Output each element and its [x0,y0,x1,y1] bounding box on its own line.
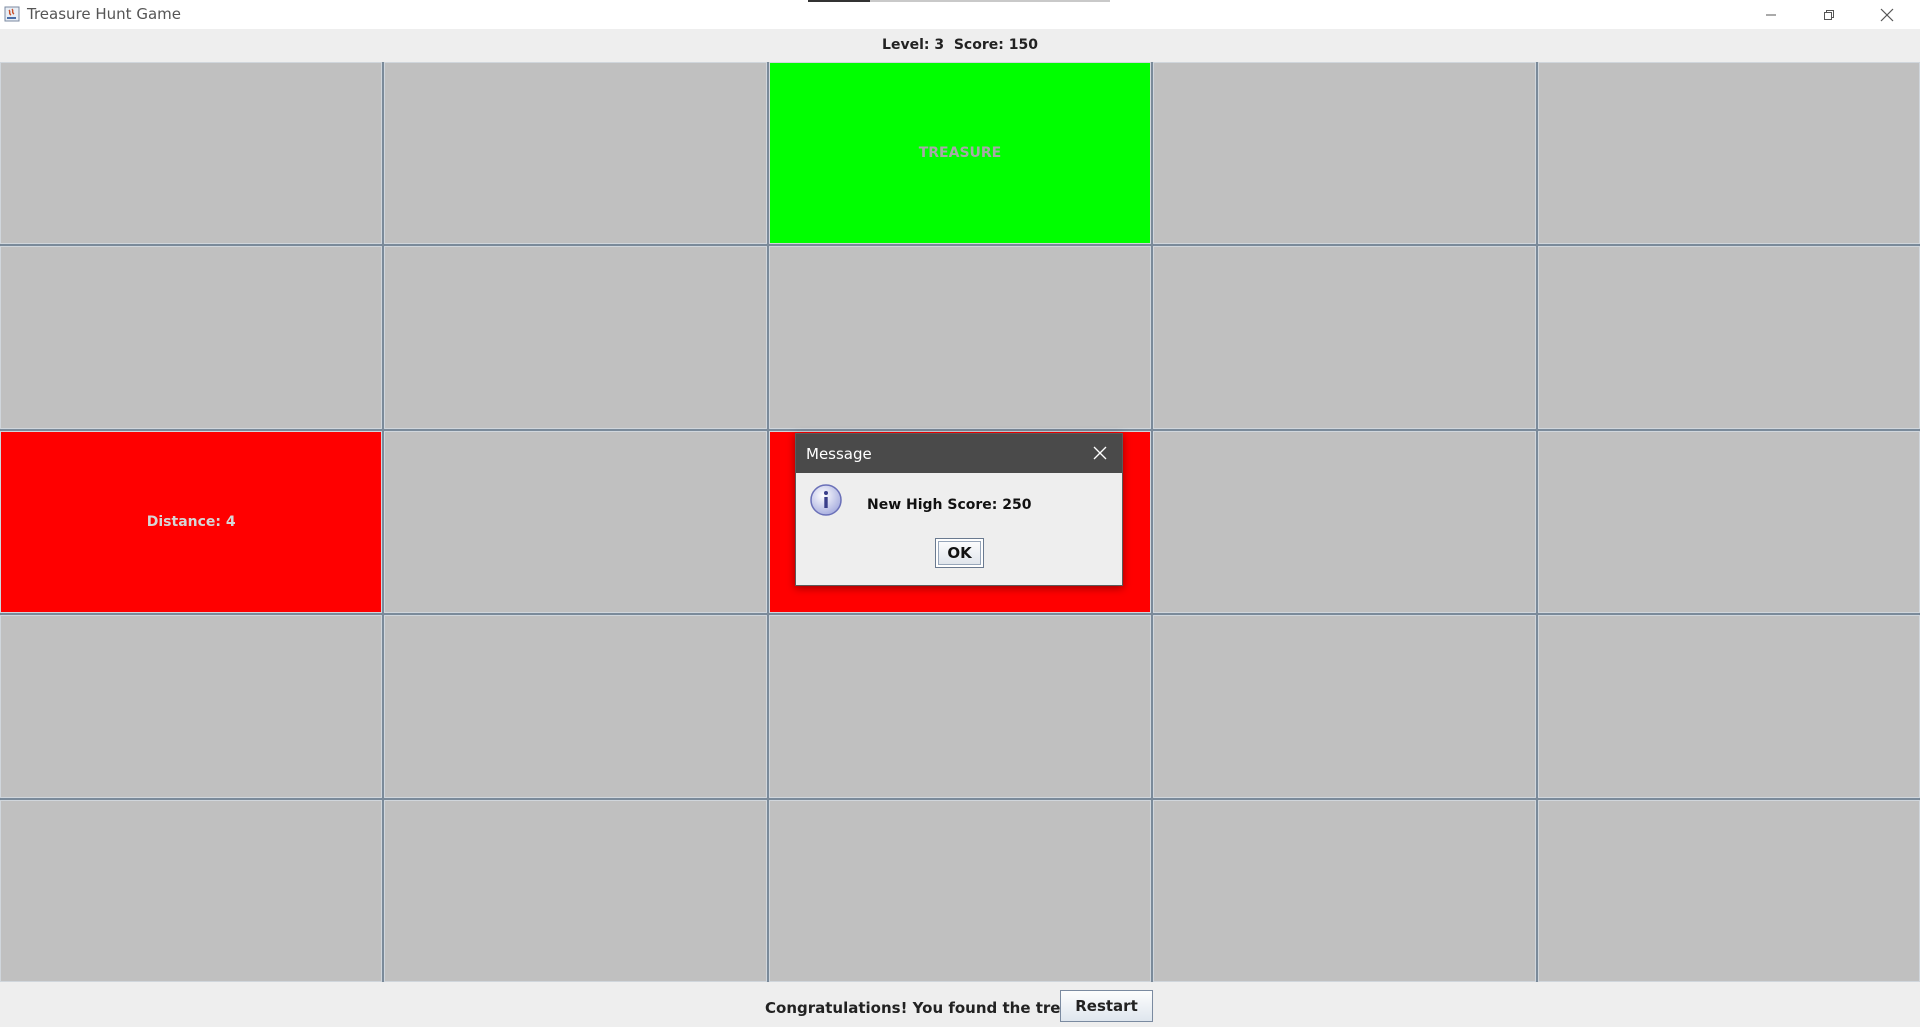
grid-cell[interactable] [384,62,767,245]
grid-cell[interactable] [384,246,767,429]
grid-cell[interactable] [0,615,383,798]
grid-cell[interactable] [384,799,767,982]
java-app-icon [4,6,20,22]
grid-cell[interactable] [0,799,383,982]
window-titlebar[interactable]: Treasure Hunt Game [0,0,1920,30]
grid-cell-label: TREASURE [918,145,1002,162]
bottom-bar: Congratulations! You found the treasure!… [0,982,1920,1027]
dialog-titlebar[interactable]: Message [796,434,1122,473]
status-bar: Level: 3 Score: 150 [0,29,1920,62]
minimize-icon [1766,14,1776,15]
grid-cell[interactable] [1537,62,1920,245]
grid-cell[interactable] [1537,615,1920,798]
grid-cell[interactable] [0,246,383,429]
restore-button[interactable] [1800,0,1858,29]
window-title: Treasure Hunt Game [27,5,181,23]
grid-cell[interactable] [1153,430,1536,614]
level-score-label: Level: 3 Score: 150 [882,37,1038,53]
dialog-title: Message [806,445,872,463]
treasure-hunt-window: Treasure Hunt Game Level: 3 Score: 150 T… [0,0,1920,1027]
grid-cell[interactable] [384,430,767,614]
grid-cell[interactable] [0,62,383,245]
grid-cell[interactable] [384,615,767,798]
grid-cell[interactable]: Distance: 4 [0,430,383,614]
grid-cell[interactable] [768,615,1152,798]
grid-cell[interactable] [1153,62,1536,245]
grid-cell[interactable] [1153,246,1536,429]
grid-cell[interactable] [1537,430,1920,614]
info-icon [810,484,842,516]
grid-cell[interactable] [1537,799,1920,982]
ok-button[interactable]: OK [935,538,984,568]
grid-cell[interactable] [1537,246,1920,429]
grid-cell[interactable]: TREASURE [768,62,1152,245]
grid-cell[interactable] [768,246,1152,429]
grid-cell[interactable] [768,799,1152,982]
dialog-message: New High Score: 250 [867,497,1032,513]
close-icon[interactable] [1092,445,1108,461]
titlebar-focus-strip-active [808,0,870,2]
grid-cell[interactable] [1153,615,1536,798]
restore-icon [1824,9,1834,20]
grid-cell-label: Distance: 4 [146,513,236,530]
grid-cell[interactable] [1153,799,1536,982]
close-button[interactable] [1858,0,1916,29]
restart-button[interactable]: Restart [1060,990,1153,1022]
message-dialog: Message New High Score: 250 OK [795,433,1123,586]
minimize-button[interactable] [1742,0,1800,29]
close-icon [1880,8,1894,21]
